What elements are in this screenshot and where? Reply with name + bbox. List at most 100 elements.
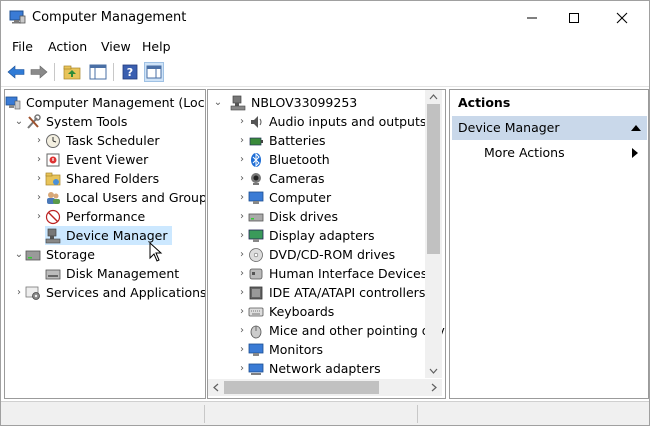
device-category-item[interactable]: › Audio inputs and outputs <box>236 112 426 131</box>
chevron-right-icon[interactable]: › <box>236 340 248 359</box>
device-category-item[interactable]: › Cameras <box>236 169 325 188</box>
chevron-right-icon[interactable]: › <box>236 245 248 264</box>
chevron-right-icon[interactable]: › <box>236 321 248 340</box>
device-category-item[interactable]: › Computer <box>236 188 331 207</box>
scroll-up-arrow-icon[interactable] <box>429 94 438 100</box>
chevron-right-icon[interactable]: › <box>236 226 248 245</box>
camera-icon <box>248 171 264 187</box>
tree-item-services-applications[interactable]: › Services and Applications <box>13 283 205 302</box>
computer-management-icon <box>5 95 21 111</box>
vertical-scrollbar[interactable] <box>425 90 442 378</box>
computer-icon <box>230 95 246 111</box>
show-hide-action-pane-button[interactable] <box>144 62 164 82</box>
collapse-arrow-icon[interactable] <box>631 125 641 131</box>
title-bar: Computer Management <box>1 1 649 35</box>
tree-item-shared-folders[interactable]: › Shared Folders <box>33 169 159 188</box>
chevron-down-icon[interactable]: ⌄ <box>13 112 25 131</box>
disk-management-icon <box>45 266 61 282</box>
maximize-button[interactable] <box>551 1 597 35</box>
chevron-right-icon[interactable]: › <box>236 112 248 131</box>
close-icon <box>616 12 628 24</box>
device-category-item[interactable]: › Human Interface Devices <box>236 264 427 283</box>
menu-help[interactable]: Help <box>142 39 171 54</box>
device-category-item[interactable]: › Display adapters <box>236 226 374 245</box>
forward-arrow-icon <box>30 65 48 79</box>
chevron-right-icon[interactable]: › <box>33 169 45 188</box>
tree-root[interactable]: Computer Management (Local) <box>5 93 205 112</box>
tree-item-system-tools[interactable]: ⌄ System Tools <box>13 112 127 131</box>
chevron-right-icon[interactable]: › <box>33 131 45 150</box>
scrollbar-thumb[interactable] <box>427 104 440 254</box>
forward-button[interactable] <box>29 62 49 82</box>
help-button[interactable]: ? <box>120 62 140 82</box>
tree-item-disk-management[interactable]: Disk Management <box>45 264 179 283</box>
device-category-item[interactable]: › Bluetooth <box>236 150 330 169</box>
chevron-right-icon[interactable]: › <box>33 188 45 207</box>
device-category-label: Audio inputs and outputs <box>269 114 427 129</box>
menu-file[interactable]: File <box>12 39 33 54</box>
monitor-icon <box>248 342 264 358</box>
actions-header: Actions <box>458 95 511 110</box>
horizontal-scrollbar[interactable] <box>208 379 442 396</box>
clock-icon <box>45 133 61 149</box>
device-category-item[interactable]: › Monitors <box>236 340 323 359</box>
chevron-right-icon[interactable]: › <box>33 207 45 226</box>
minimize-icon <box>527 17 537 19</box>
tree-item-local-users[interactable]: › Local Users and Groups <box>33 188 205 207</box>
actions-section-device-manager[interactable]: Device Manager <box>452 116 647 140</box>
show-hide-console-tree-button[interactable] <box>88 62 108 82</box>
menu-bar: File Action View Help <box>1 36 649 58</box>
tree-item-task-scheduler[interactable]: › Task Scheduler <box>33 131 160 150</box>
device-category-item[interactable]: › Batteries <box>236 131 326 150</box>
device-category-label: Computer <box>269 190 332 205</box>
chevron-right-icon[interactable]: › <box>236 150 248 169</box>
chevron-right-icon[interactable]: › <box>236 283 248 302</box>
computer-name: NBLOV33099253 <box>251 95 358 110</box>
status-bar <box>1 401 649 425</box>
close-button[interactable] <box>599 1 645 35</box>
back-button[interactable] <box>6 62 26 82</box>
device-category-item[interactable]: › Network adapters <box>236 359 381 378</box>
device-category-label: DVD/CD-ROM drives <box>269 247 396 262</box>
chevron-down-icon[interactable]: ⌄ <box>212 93 224 112</box>
chevron-right-icon[interactable]: › <box>236 359 248 378</box>
device-root[interactable]: ⌄ NBLOV33099253 <box>212 93 357 112</box>
tools-icon <box>25 113 41 130</box>
chevron-right-icon[interactable]: › <box>236 188 248 207</box>
storage-icon <box>25 247 41 263</box>
dvd-drive-icon <box>248 247 264 263</box>
up-one-level-button[interactable] <box>62 62 82 82</box>
tree-item-label: Device Manager <box>66 228 168 243</box>
chevron-right-icon[interactable]: › <box>13 283 25 302</box>
device-category-item[interactable]: › Disk drives <box>236 207 338 226</box>
computer-management-icon <box>9 10 26 24</box>
chevron-down-icon[interactable]: ⌄ <box>13 245 25 264</box>
scroll-right-arrow-icon[interactable] <box>431 383 437 392</box>
scroll-left-arrow-icon[interactable] <box>213 383 219 392</box>
chevron-right-icon[interactable]: › <box>33 150 45 169</box>
tree-item-performance[interactable]: › Performance <box>33 207 145 226</box>
chevron-right-icon[interactable]: › <box>236 264 248 283</box>
network-adapter-icon <box>248 361 264 377</box>
device-category-item[interactable]: › DVD/CD-ROM drives <box>236 245 395 264</box>
window-title: Computer Management <box>32 10 187 25</box>
chevron-right-icon[interactable]: › <box>236 169 248 188</box>
scroll-down-arrow-icon[interactable] <box>429 368 438 374</box>
menu-action[interactable]: Action <box>48 39 87 54</box>
device-category-item[interactable]: › IDE ATA/ATAPI controllers <box>236 283 425 302</box>
device-category-item[interactable]: › Keyboards <box>236 302 334 321</box>
menu-view[interactable]: View <box>101 39 131 54</box>
scrollbar-thumb[interactable] <box>224 381 379 394</box>
device-category-item[interactable]: › Mice and other pointing devices <box>236 321 445 340</box>
performance-icon <box>45 209 61 225</box>
tree-item-event-viewer[interactable]: › Event Viewer <box>33 150 148 169</box>
chevron-right-icon[interactable]: › <box>236 207 248 226</box>
tree-item-storage[interactable]: ⌄ Storage <box>13 245 95 264</box>
minimize-button[interactable] <box>509 1 555 35</box>
svg-text:?: ? <box>127 66 133 79</box>
chevron-right-icon[interactable]: › <box>236 302 248 321</box>
more-actions-item[interactable]: More Actions <box>484 143 644 163</box>
chevron-right-icon[interactable]: › <box>236 131 248 150</box>
display-adapter-icon <box>248 228 264 244</box>
status-divider <box>204 405 205 423</box>
